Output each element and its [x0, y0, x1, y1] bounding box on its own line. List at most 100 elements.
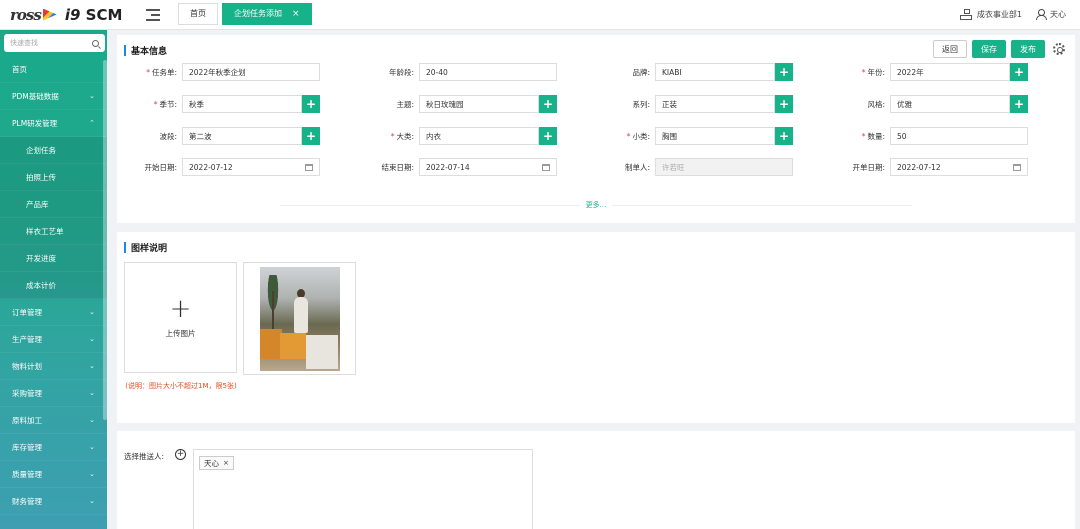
chevron-down-icon: ⌄: [89, 416, 95, 424]
sidebar-item-quality[interactable]: 质量管理 ⌄: [0, 461, 107, 488]
sidebar-item-inventory[interactable]: 库存管理 ⌄: [0, 434, 107, 461]
add-assignee-icon[interactable]: +: [175, 449, 186, 460]
assignee-box[interactable]: 天心 ×: [193, 449, 533, 529]
sidebar-item-raw-processing[interactable]: 原料加工 ⌄: [0, 407, 107, 434]
chevron-down-icon: ⌄: [89, 443, 95, 451]
subcategory-add-button[interactable]: +: [775, 127, 793, 145]
style-add-button[interactable]: +: [1010, 95, 1028, 113]
chevron-down-icon: ⌄: [89, 335, 95, 343]
calendar-icon[interactable]: [542, 163, 550, 171]
sidebar-item-sample-process[interactable]: 样衣工艺单: [0, 218, 107, 245]
brand-input[interactable]: KIABI: [655, 63, 775, 81]
save-button[interactable]: 保存: [972, 40, 1006, 58]
field-task-no: * 任务单: 2022年秋季企划: [122, 63, 320, 81]
chevron-down-icon: ⌄: [89, 470, 95, 478]
menu-toggle-icon[interactable]: [146, 8, 160, 21]
year-add-button[interactable]: +: [1010, 63, 1028, 81]
theme-add-button[interactable]: +: [539, 95, 557, 113]
remove-tag-icon[interactable]: ×: [223, 459, 229, 467]
sidebar: 快速查找 首页 PDM基础数据 ⌄ PLM研发管理 ⌃ 企划任务 拍照上传 产品库 …: [0, 30, 107, 529]
series-input[interactable]: 正装: [655, 95, 775, 113]
category-add-button[interactable]: +: [539, 127, 557, 145]
season-add-button[interactable]: +: [302, 95, 320, 113]
app-logo[interactable]: ross i9 SCM: [0, 0, 140, 30]
assignee-tag: 天心 ×: [199, 456, 234, 470]
sidebar-search-input[interactable]: 快速查找: [4, 34, 105, 52]
more-row: 更多...: [117, 200, 1075, 210]
search-icon[interactable]: [92, 39, 99, 47]
creator-input: 许若旺: [655, 158, 793, 176]
sidebar-item-cost-pricing[interactable]: 成本计价: [0, 272, 107, 299]
field-age-group: 年龄段: 20-40: [359, 63, 557, 81]
field-end-date: 结束日期: 2022-07-14: [359, 158, 557, 176]
sidebar-item-dev-progress[interactable]: 开发进度: [0, 245, 107, 272]
section-title: 基本信息: [124, 44, 167, 57]
season-input[interactable]: 秋季: [182, 95, 302, 113]
start-date-picker[interactable]: 2022-07-12: [182, 158, 320, 176]
sidebar-item-photo-upload[interactable]: 拍照上传: [0, 164, 107, 191]
logo-flag-icon: [42, 8, 57, 21]
chevron-down-icon: ⌄: [89, 362, 95, 370]
category-input[interactable]: 内衣: [419, 127, 539, 145]
order-date-picker[interactable]: 2022-07-12: [890, 158, 1028, 176]
sidebar-item-production[interactable]: 生产管理 ⌄: [0, 326, 107, 353]
wave-add-button[interactable]: +: [302, 127, 320, 145]
assignee-panel: 选择推送人: + 天心 ×: [117, 431, 1075, 529]
field-subcategory: * 小类: 胸围 +: [595, 127, 793, 145]
sidebar-scrollbar[interactable]: [103, 60, 107, 420]
field-series: 系列: 正装 +: [595, 95, 793, 113]
tab-home[interactable]: 首页: [178, 2, 218, 25]
field-wave: 波段: 第二波 +: [122, 127, 320, 145]
upload-hint: (说明：图片大小不超过1M，限5张): [125, 382, 237, 390]
publish-button[interactable]: 发布: [1011, 40, 1045, 58]
sidebar-item-plm[interactable]: PLM研发管理 ⌃: [0, 110, 107, 137]
field-order-date: 开单日期: 2022-07-12: [830, 158, 1028, 176]
subcategory-input[interactable]: 胸围: [655, 127, 775, 145]
field-theme: 主题: 秋日玫瑰园 +: [359, 95, 557, 113]
field-creator: 制单人: 许若旺: [595, 158, 793, 176]
user-menu[interactable]: 天心: [1036, 9, 1066, 20]
age-group-input[interactable]: 20-40: [419, 63, 557, 81]
logo-brand: ross: [10, 5, 42, 24]
upload-image-button[interactable]: + 上传图片: [124, 262, 237, 373]
sidebar-item-purchase[interactable]: 采购管理 ⌄: [0, 380, 107, 407]
calendar-icon[interactable]: [305, 163, 313, 171]
task-no-input[interactable]: 2022年秋季企划: [182, 63, 320, 81]
tab-close-icon[interactable]: ×: [292, 9, 300, 19]
year-input[interactable]: 2022年: [890, 63, 1010, 81]
chevron-down-icon: ⌄: [89, 497, 95, 505]
end-date-picker[interactable]: 2022-07-14: [419, 158, 557, 176]
theme-input[interactable]: 秋日玫瑰园: [419, 95, 539, 113]
field-start-date: 开始日期: 2022-07-12: [122, 158, 320, 176]
brand-add-button[interactable]: +: [775, 63, 793, 81]
picture-panel: 图样说明 + 上传图片 (说明：图片大小不超过1M，限5张): [117, 232, 1075, 423]
more-link[interactable]: 更多...: [586, 200, 607, 210]
style-input[interactable]: 优雅: [890, 95, 1010, 113]
logo-product: i9 SCM: [64, 5, 123, 24]
quantity-input[interactable]: 50: [890, 127, 1028, 145]
chevron-down-icon: ⌄: [89, 389, 95, 397]
tab-plan-task-add[interactable]: 企划任务添加 ×: [222, 2, 312, 25]
series-add-button[interactable]: +: [775, 95, 793, 113]
sidebar-item-product-lib[interactable]: 产品库: [0, 191, 107, 218]
calendar-icon[interactable]: [1013, 163, 1021, 171]
assignee-label: 选择推送人:: [124, 452, 165, 461]
back-button[interactable]: 返回: [933, 40, 967, 58]
chevron-up-icon: ⌃: [89, 119, 95, 127]
org-switcher[interactable]: 成衣事业部1: [959, 9, 1022, 20]
tab-bar: 首页 企划任务添加 ×: [178, 2, 316, 27]
sidebar-item-home[interactable]: 首页: [0, 56, 107, 83]
gear-icon[interactable]: [1053, 43, 1065, 55]
uploaded-image-thumbnail[interactable]: [243, 262, 356, 375]
photo-image: [259, 266, 340, 371]
sidebar-item-pdm[interactable]: PDM基础数据 ⌄: [0, 83, 107, 110]
sidebar-submenu-plm: 企划任务 拍照上传 产品库 样衣工艺单 开发进度 成本计价: [0, 137, 107, 299]
field-year: * 年份: 2022年 +: [830, 63, 1028, 81]
wave-input[interactable]: 第二波: [182, 127, 302, 145]
sidebar-item-finance[interactable]: 财务管理 ⌄: [0, 488, 107, 515]
sidebar-item-orders[interactable]: 订单管理 ⌄: [0, 299, 107, 326]
sidebar-item-plan-task[interactable]: 企划任务: [0, 137, 107, 164]
field-brand: 品牌: KIABI +: [595, 63, 793, 81]
sidebar-item-material-plan[interactable]: 物料计划 ⌄: [0, 353, 107, 380]
field-season: * 季节: 秋季 +: [122, 95, 320, 113]
